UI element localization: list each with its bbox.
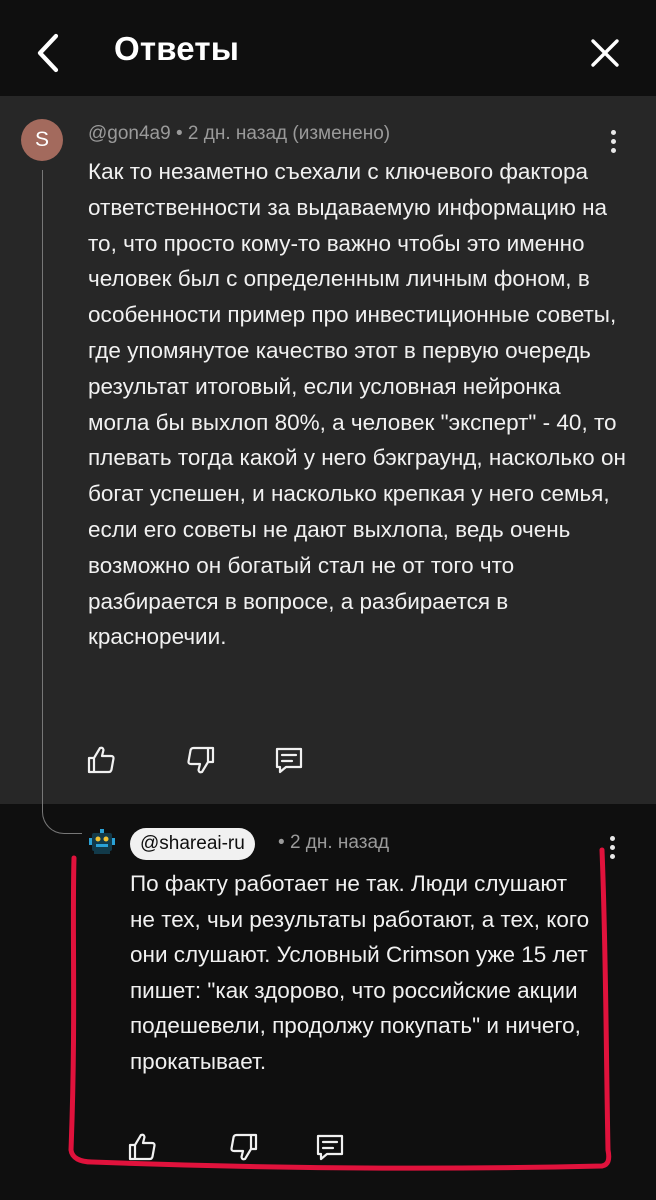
comment-actions — [125, 1130, 347, 1164]
comment-text: По факту работает не так. Люди слушают н… — [130, 871, 590, 1074]
comment-time: • 2 дн. назад — [278, 832, 389, 854]
like-button[interactable] — [125, 1130, 159, 1164]
reply-time-text: 2 дн. назад — [289, 832, 390, 853]
more-vertical-icon — [609, 835, 615, 859]
comment-text: Как то незаметно съехали с ключевого фак… — [88, 159, 626, 650]
comment-time: 2 дн. назад (изменено) — [187, 123, 391, 144]
comment-icon — [275, 747, 303, 774]
more-options-button[interactable] — [601, 124, 625, 158]
avatar[interactable]: S — [21, 119, 63, 161]
reply-button[interactable] — [272, 743, 306, 777]
comment-icon — [316, 1134, 344, 1161]
dislike-button[interactable] — [227, 1130, 261, 1164]
thread-connector — [42, 170, 82, 834]
more-options-button[interactable] — [600, 830, 624, 864]
robot-avatar-icon — [89, 829, 115, 854]
thumbs-up-icon — [87, 746, 115, 774]
like-button[interactable] — [84, 743, 118, 777]
reply-comment: @shareai-ru • 2 дн. назад По факту работ… — [0, 804, 656, 1200]
back-button[interactable] — [26, 26, 70, 80]
meta-separator: • — [278, 832, 290, 853]
parent-comment: S @gon4a9 • 2 дн. назад (изменено) Как т… — [0, 96, 656, 804]
chevron-left-icon — [37, 33, 59, 73]
reply-button[interactable] — [313, 1130, 347, 1164]
thumbs-down-icon — [230, 1133, 258, 1161]
thumbs-down-icon — [187, 746, 215, 774]
comment-meta: @gon4a9 • 2 дн. назад (изменено) — [88, 123, 390, 145]
thumbs-up-icon — [128, 1133, 156, 1161]
dislike-button[interactable] — [184, 743, 218, 777]
close-button[interactable] — [582, 30, 628, 76]
avatar[interactable] — [88, 828, 116, 856]
page-title: Ответы — [114, 30, 240, 67]
comment-author[interactable]: @gon4a9 — [88, 123, 171, 144]
reply-author-handle[interactable]: @shareai-ru — [130, 828, 255, 860]
meta-separator: • — [170, 123, 188, 144]
header-bar: Ответы — [0, 0, 656, 96]
more-vertical-icon — [610, 129, 616, 153]
comment-actions — [84, 743, 306, 777]
close-icon — [591, 39, 619, 67]
